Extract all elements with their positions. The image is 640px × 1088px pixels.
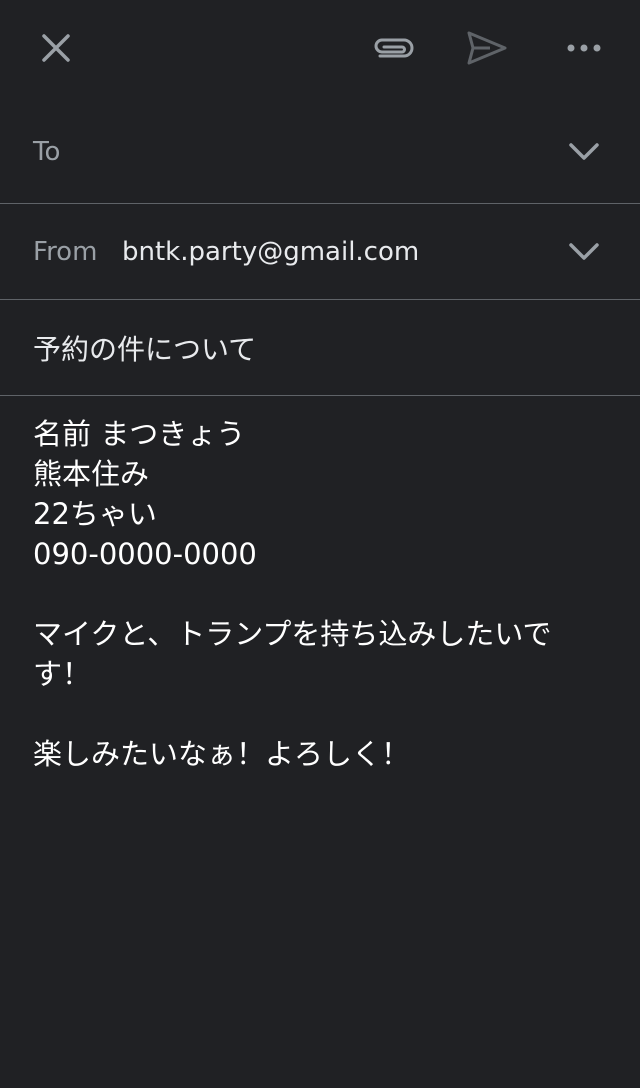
body-line: 090-0000-0000	[33, 537, 257, 571]
close-icon	[40, 32, 72, 64]
send-button[interactable]	[463, 24, 511, 72]
from-address: bntk.party@gmail.com	[122, 236, 420, 267]
chevron-down-icon	[569, 242, 599, 261]
compose-toolbar	[0, 0, 640, 100]
close-button[interactable]	[32, 24, 80, 72]
to-field-row[interactable]: To	[0, 100, 640, 204]
subject-text[interactable]: 予約の件について	[33, 328, 256, 368]
more-icon	[567, 43, 601, 53]
body-line: す！	[33, 657, 92, 691]
to-label: To	[33, 137, 61, 167]
body-line: 名前 まつきょう	[33, 417, 246, 451]
body-line: 22ちゃい	[33, 497, 157, 531]
to-expand-button[interactable]	[568, 136, 600, 168]
from-label: From	[33, 236, 98, 267]
message-body[interactable]: 名前 まつきょう 熊本住み 22ちゃい 090-0000-0000 マイクと、ト…	[0, 396, 626, 774]
from-expand-button[interactable]	[568, 236, 600, 268]
subject-field-row[interactable]: 予約の件について	[0, 300, 640, 396]
send-icon	[466, 30, 508, 66]
body-line	[33, 694, 593, 734]
body-line: 楽しみたいなぁ！よろしく！	[33, 737, 411, 771]
from-field-row[interactable]: From bntk.party@gmail.com	[0, 204, 640, 300]
body-line: マイクと、トランプを持ち込みしたいで	[33, 617, 552, 651]
body-line	[33, 574, 593, 614]
attach-icon	[370, 34, 414, 62]
body-line: 熊本住み	[33, 457, 150, 491]
chevron-down-icon	[569, 143, 599, 161]
attach-button[interactable]	[368, 24, 416, 72]
more-options-button[interactable]	[560, 24, 608, 72]
